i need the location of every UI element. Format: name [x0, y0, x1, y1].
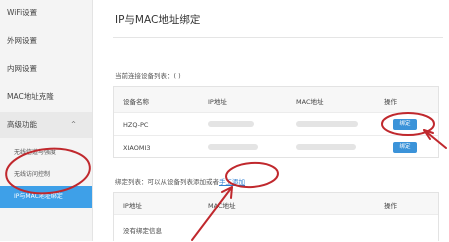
- column-header-action: 操作: [384, 98, 397, 106]
- bind-list-table: IP地址 MAC地址 操作 没有绑定信息: [113, 192, 439, 241]
- devices-list-label: 当前连接设备列表：( ): [115, 72, 181, 80]
- sidebar-item-lan-settings[interactable]: 内网设置: [0, 56, 92, 82]
- manual-add-link[interactable]: 手工添加: [219, 178, 245, 186]
- column-header-device-name: 设备名称: [123, 98, 149, 106]
- table-row: XIAOMI3 绑定: [114, 136, 438, 159]
- sidebar-item-wifi-settings[interactable]: WiFi设置: [0, 0, 92, 26]
- table-header-row: 设备名称 IP地址 MAC地址 操作: [114, 87, 438, 113]
- bind-list-text: 绑定列表：可以从设备列表添加或者: [115, 178, 219, 186]
- sidebar-item-wan-settings[interactable]: 外网设置: [0, 28, 92, 54]
- sidebar-subitem-label: 无线信道与强度: [14, 149, 57, 156]
- sidebar-item-label: 内网设置: [7, 64, 37, 73]
- bind-button[interactable]: 绑定: [393, 119, 417, 130]
- device-name: HZQ-PC: [123, 121, 149, 129]
- empty-bind-message: 没有绑定信息: [123, 227, 162, 235]
- sidebar-subitem-label: IP与MAC地址绑定: [14, 193, 63, 200]
- sidebar-item-label: 外网设置: [7, 36, 37, 45]
- column-header-ip: IP地址: [123, 202, 142, 210]
- column-header-mac: MAC地址: [296, 98, 324, 106]
- redacted-mac: [296, 144, 356, 150]
- sidebar-item-label: WiFi设置: [7, 8, 38, 17]
- main-content: IP与MAC地址绑定 当前连接设备列表：( ) 设备名称 IP地址 MAC地址 …: [93, 0, 449, 241]
- table-header-row: IP地址 MAC地址 操作: [114, 193, 438, 215]
- sidebar-group-advanced[interactable]: 高级功能 ^: [0, 112, 92, 138]
- sidebar-subitem-label: 无线访问控制: [14, 171, 51, 178]
- sidebar-item-mac-clone[interactable]: MAC地址克隆: [0, 84, 92, 110]
- column-header-action: 操作: [384, 202, 397, 210]
- table-row: HZQ-PC 绑定: [114, 113, 438, 136]
- device-name: XIAOMI3: [123, 144, 151, 152]
- title-divider: [113, 37, 443, 38]
- sidebar-subitem-ip-mac-binding[interactable]: IP与MAC地址绑定: [0, 186, 92, 208]
- redacted-ip: [208, 121, 254, 127]
- redacted-ip: [208, 144, 258, 150]
- chevron-up-icon: ^: [70, 121, 76, 128]
- page-title: IP与MAC地址绑定: [115, 14, 201, 26]
- sidebar-item-label: 高级功能: [7, 120, 37, 129]
- sidebar: WiFi设置 外网设置 内网设置 MAC地址克隆 高级功能 ^ 无线信道与强度 …: [0, 0, 93, 241]
- sidebar-item-label: MAC地址克隆: [7, 92, 54, 101]
- column-header-mac: MAC地址: [208, 202, 236, 210]
- bind-list-label: 绑定列表：可以从设备列表添加或者手工添加: [115, 176, 245, 186]
- empty-row: 没有绑定信息: [114, 215, 438, 242]
- sidebar-subitem-wireless-channel[interactable]: 无线信道与强度: [0, 142, 92, 164]
- sidebar-subitem-wireless-access-control[interactable]: 无线访问控制: [0, 164, 92, 186]
- redacted-mac: [296, 121, 358, 127]
- column-header-ip: IP地址: [208, 98, 227, 106]
- devices-table: 设备名称 IP地址 MAC地址 操作 HZQ-PC 绑定 XIAOMI3 绑定: [113, 86, 439, 158]
- bind-button[interactable]: 绑定: [393, 142, 417, 153]
